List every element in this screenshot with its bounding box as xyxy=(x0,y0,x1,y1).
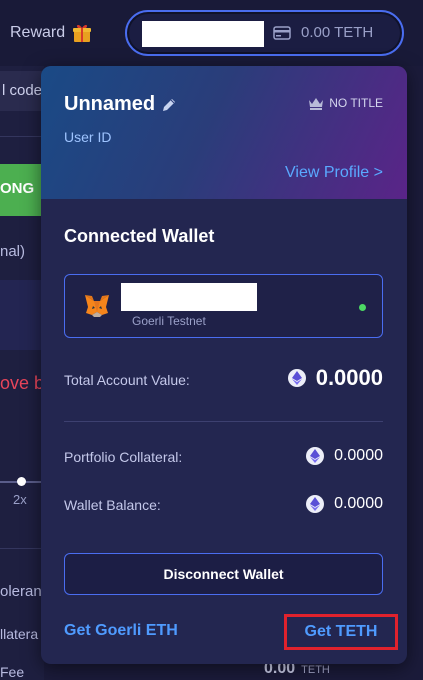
wallet-account-button[interactable]: 0.00 TETH xyxy=(125,10,404,56)
wallet-balance-label: Wallet Balance: xyxy=(64,497,161,513)
divider xyxy=(64,421,383,422)
edit-pencil-icon[interactable] xyxy=(161,97,177,113)
wallet-balance-text: 0.00 TETH xyxy=(301,24,374,41)
connected-wallet-card: Goerli Testnet xyxy=(64,274,383,338)
network-name: Goerli Testnet xyxy=(132,314,206,328)
long-button[interactable]: ONG xyxy=(0,164,42,216)
portfolio-collateral: 0.0000 xyxy=(306,447,383,465)
profile-header: Unnamed NO TITLE User ID View Profile > xyxy=(41,66,407,199)
title-badge: NO TITLE xyxy=(308,96,383,110)
title-badge-text: NO TITLE xyxy=(329,96,383,110)
eth-icon xyxy=(287,369,306,387)
wallet-dropdown-panel: Unnamed NO TITLE User ID View Profile > … xyxy=(41,66,407,664)
total-account-value-label: Total Account Value: xyxy=(64,372,190,388)
eth-icon xyxy=(306,495,325,513)
referral-code-tab[interactable]: l code xyxy=(0,71,44,111)
fee-unit: TETH xyxy=(301,664,330,676)
wallet-balance: 0.0000 xyxy=(306,495,383,513)
long-label: ONG xyxy=(0,180,35,197)
gift-icon xyxy=(73,24,92,42)
fee-label: Fee xyxy=(0,664,25,680)
view-profile-link[interactable]: View Profile > xyxy=(285,164,383,182)
wallet-balance-amount: 0.0000 xyxy=(334,495,383,512)
leverage-tick-2x: 2x xyxy=(13,492,27,507)
get-teth-label: Get TETH xyxy=(304,623,378,640)
get-goerli-eth-link[interactable]: Get Goerli ETH xyxy=(64,622,178,640)
username-text: Unnamed xyxy=(64,93,156,115)
username: Unnamed xyxy=(64,93,177,116)
leverage-slider-handle[interactable] xyxy=(17,477,26,486)
slippage-tolerance-label: oleran xyxy=(0,583,42,600)
portfolio-collateral-amount: 0.0000 xyxy=(334,447,383,464)
total-account-value: 0.0000 xyxy=(287,365,383,391)
divider xyxy=(0,136,44,137)
top-bar: Reward 0.00 TETH xyxy=(0,0,423,66)
reward-button[interactable]: Reward xyxy=(10,22,93,44)
crown-icon xyxy=(309,98,324,110)
total-account-value-amount: 0.0000 xyxy=(315,365,383,390)
metamask-fox-icon xyxy=(85,295,109,317)
reward-label: Reward xyxy=(10,24,66,41)
wallet-address-redacted xyxy=(121,283,257,311)
order-type-label: nal) xyxy=(0,243,26,260)
get-teth-link[interactable]: Get TETH xyxy=(284,614,398,650)
connected-wallet-title: Connected Wallet xyxy=(64,226,215,246)
background-input-panel xyxy=(0,280,44,350)
disconnect-wallet-button[interactable]: Disconnect Wallet xyxy=(64,553,383,595)
code-label: l code xyxy=(2,82,43,99)
user-id-label: User ID xyxy=(64,129,112,145)
wallet-address-redacted xyxy=(142,21,264,47)
eth-icon xyxy=(306,447,325,465)
divider xyxy=(0,548,44,549)
collateral-label: llatera xyxy=(0,626,39,642)
connected-status-dot xyxy=(359,304,366,311)
portfolio-collateral-label: Portfolio Collateral: xyxy=(64,449,183,465)
card-icon xyxy=(273,26,291,40)
warning-text: ove b xyxy=(0,373,45,393)
